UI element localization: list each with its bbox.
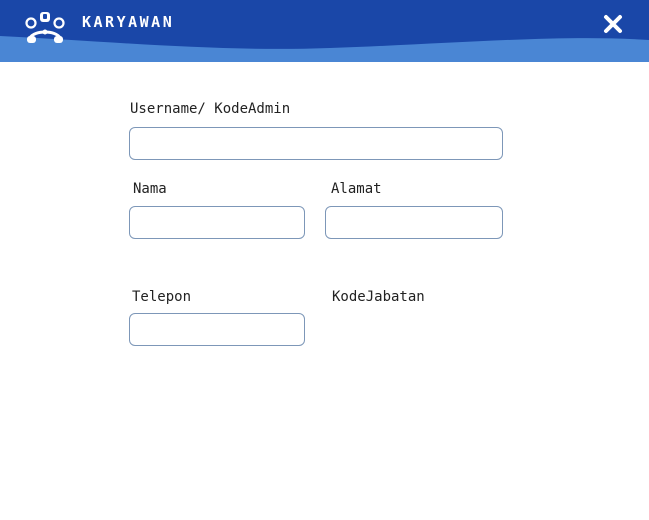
kode-jabatan-label: KodeJabatan — [332, 289, 425, 305]
username-input[interactable] — [129, 127, 503, 160]
nama-input[interactable] — [129, 206, 305, 239]
telepon-label: Telepon — [132, 289, 192, 305]
username-label: Username/ KodeAdmin — [130, 101, 291, 117]
robot-logo-icon — [25, 12, 65, 43]
telepon-input[interactable] — [129, 313, 305, 346]
header-background — [0, 0, 649, 62]
alamat-input[interactable] — [325, 206, 503, 239]
nama-label: Nama — [133, 181, 167, 197]
alamat-label: Alamat — [331, 181, 382, 197]
close-icon[interactable] — [602, 13, 624, 35]
page-title: KARYAWAN — [82, 13, 175, 31]
header-bar: KARYAWAN — [0, 0, 649, 62]
